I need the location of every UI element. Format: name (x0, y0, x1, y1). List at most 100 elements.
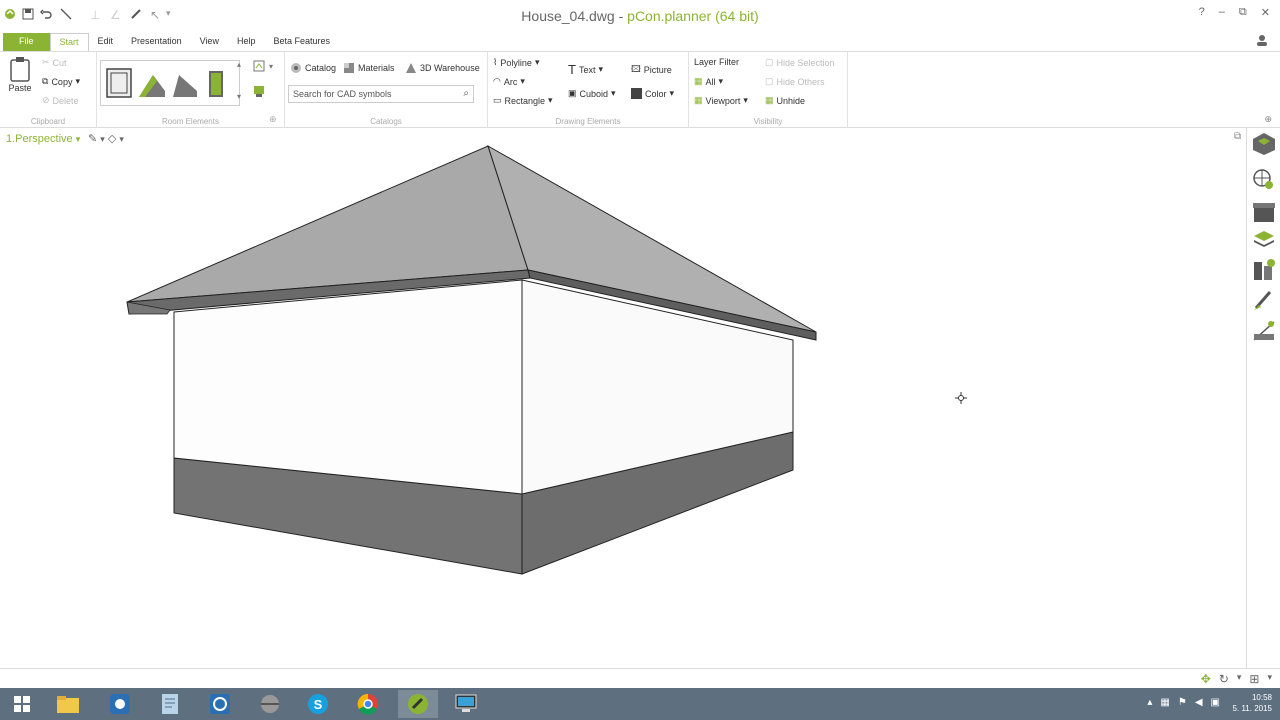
3d-viewport[interactable] (0, 128, 1246, 668)
brush-icon[interactable] (1252, 288, 1276, 312)
roof-icon[interactable] (173, 75, 197, 97)
folder-icon (57, 696, 79, 713)
catalog-icon (291, 63, 301, 73)
tray-expand-icon[interactable]: ▴ (1147, 697, 1152, 708)
search-icon[interactable]: ⌕ (463, 88, 469, 99)
unhide-button[interactable]: ▦ Unhide (765, 95, 805, 106)
taskbar-app-9[interactable] (446, 690, 486, 718)
file-name: House_04.dwg (521, 8, 615, 24)
camera-icon[interactable]: ◇ (108, 133, 116, 145)
polyline-button[interactable]: ⌇ Polyline ▾ (493, 57, 539, 68)
layer-filter-label: Layer Filter (694, 57, 740, 67)
hide-others-icon: ▢ (765, 76, 774, 86)
hide-selection-button[interactable]: ▢ Hide Selection (765, 57, 835, 68)
house-model[interactable] (0, 128, 1246, 668)
title-bar: ⊥ ∠ ↖ ▾ House_04.dwg - pCon.planner (64 … (0, 0, 1280, 32)
tab-help[interactable]: Help (228, 33, 265, 51)
rectangle-button[interactable]: ▭ Rectangle ▾ (493, 95, 553, 106)
gallery-up-icon[interactable]: ▴ (237, 60, 241, 69)
taskbar-app-3[interactable] (150, 690, 190, 718)
gallery-down-icon[interactable]: ▾ (237, 92, 241, 101)
flag-icon[interactable]: ⚑ (1178, 697, 1187, 708)
cad-search-input[interactable]: Search for CAD symbols ⌕ (288, 85, 474, 103)
tab-start[interactable]: Start (49, 33, 89, 51)
wall-left-face (173, 279, 523, 495)
paste-button[interactable]: Paste (8, 56, 32, 93)
measure-chart-icon[interactable] (1252, 318, 1276, 342)
layer-all-dropdown[interactable]: ▦ All ▾ (694, 76, 723, 87)
cuboid-button[interactable]: ▣ Cuboid ▾ (568, 88, 616, 99)
render-style-icon[interactable]: ✎ (88, 133, 97, 145)
taskbar-app-2[interactable] (100, 690, 140, 718)
app-name: pCon.planner (64 bit) (627, 8, 759, 24)
warehouse-icon (406, 63, 416, 73)
room-icon[interactable] (106, 68, 132, 98)
tab-beta-features[interactable]: Beta Features (264, 33, 339, 51)
windows-logo-icon (14, 696, 30, 712)
taskbar-app-5[interactable] (250, 690, 290, 718)
article-manager-icon[interactable] (1252, 258, 1276, 282)
volume-icon[interactable]: ◀ (1195, 697, 1203, 708)
clipboard-group-label: Clipboard (30, 117, 66, 126)
tab-view[interactable]: View (191, 33, 228, 51)
tab-file[interactable]: File (3, 33, 50, 51)
box-icon[interactable] (1252, 200, 1276, 224)
clipboard-group: Paste ✂ Cut ⧉ Copy ▾ ⊘ Delete Clipboard (0, 52, 97, 128)
chrome-icon (357, 693, 378, 715)
taskbar-pcon-planner[interactable] (398, 690, 438, 718)
clock[interactable]: 10:58 5. 11. 2015 (1233, 692, 1272, 714)
app-notes-icon (162, 694, 178, 714)
color-button[interactable]: Color ▾ (631, 88, 674, 99)
taskbar-explorer[interactable] (48, 690, 88, 718)
tab-edit[interactable]: Edit (89, 33, 123, 51)
window-title: House_04.dwg - pCon.planner (64 bit) (521, 8, 759, 24)
restore-button[interactable]: ⧉ (1239, 6, 1247, 19)
group-options-icon[interactable]: ⊕ (269, 114, 277, 125)
room-tool-icon[interactable] (253, 60, 265, 72)
navigation-cube-icon[interactable] (1252, 132, 1276, 156)
text-icon: T (568, 62, 576, 77)
layers-panel-icon[interactable] (1252, 228, 1276, 252)
ribbon-tabs: File Start Edit Presentation View Help B… (0, 33, 1280, 51)
windows-taskbar: S ▴ ▦ ⚑ ◀ ▣ 10:58 5. 11. 2015 (0, 688, 1280, 720)
ime-icon[interactable]: ▣ (1211, 697, 1220, 708)
viewport-filter-button[interactable]: ▦ Viewport ▾ (694, 95, 748, 106)
app-sphere-icon (261, 695, 279, 713)
taskbar-app-4[interactable] (200, 690, 240, 718)
viewport-name[interactable]: 1.Perspective ▾ (6, 133, 80, 145)
catalog-button[interactable]: Catalog (290, 62, 336, 74)
user-icon[interactable] (1256, 34, 1268, 49)
hide-others-button[interactable]: ▢ Hide Others (765, 76, 825, 87)
start-button[interactable] (2, 690, 42, 718)
ribbon-pin-icon[interactable]: ⊕ (1264, 114, 1272, 125)
delete-icon: ⊘ (42, 95, 50, 105)
help-button[interactable]: ? (1199, 6, 1205, 19)
taskbar-chrome[interactable] (348, 690, 388, 718)
materials-icon (344, 63, 354, 73)
pan-icon[interactable]: ✥ (1201, 672, 1211, 686)
text-button[interactable]: T Text ▾ (568, 62, 603, 77)
geo-search-icon[interactable] (1252, 168, 1276, 192)
cuboid-icon: ▣ (568, 88, 577, 98)
room-elements-group-label: Room Elements (162, 117, 219, 126)
network-icon[interactable]: ▦ (1160, 697, 1169, 708)
tab-presentation[interactable]: Presentation (122, 33, 191, 51)
wall-icon[interactable] (139, 75, 165, 97)
copy-button[interactable]: ⧉ Copy ▾ (42, 76, 80, 87)
cut-button[interactable]: ✂ Cut (42, 57, 67, 68)
arc-button[interactable]: ◠ Arc ▾ (493, 76, 525, 87)
3d-warehouse-button[interactable]: 3D Warehouse (405, 62, 480, 74)
system-tray: ▴ ▦ ⚑ ◀ ▣ (1147, 697, 1220, 708)
door-icon[interactable] (209, 71, 223, 97)
materials-button[interactable]: Materials (343, 62, 395, 74)
plan-tool-icon[interactable] (253, 85, 265, 97)
delete-button[interactable]: ⊘ Delete (42, 95, 79, 106)
taskbar-skype[interactable]: S (298, 690, 338, 718)
visibility-group-label: Visibility (753, 117, 783, 126)
orbit-icon[interactable]: ↻ (1219, 672, 1229, 686)
minimize-button[interactable]: – (1219, 6, 1225, 19)
viewport-maximize-icon[interactable]: ⧉ (1234, 131, 1241, 142)
close-button[interactable]: ✕ (1261, 6, 1270, 19)
picture-button[interactable]: 🖾 Picture (631, 62, 672, 78)
layout-icon[interactable]: ⊞ (1249, 672, 1259, 686)
